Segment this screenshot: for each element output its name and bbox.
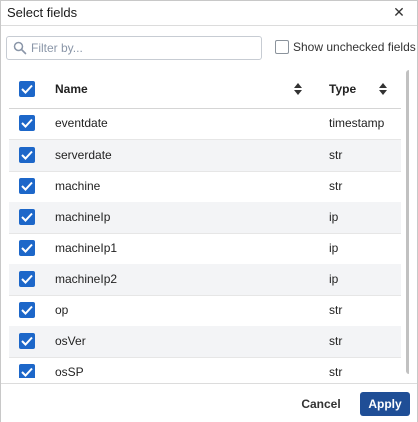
table-row[interactable]: serverdate str [9, 140, 401, 172]
table-row[interactable]: eventdate timestamp [9, 108, 401, 140]
field-name: serverdate [55, 148, 112, 162]
row-checkbox[interactable] [19, 302, 35, 318]
row-checkbox[interactable] [19, 115, 35, 131]
field-type: str [329, 365, 343, 378]
cancel-button[interactable]: Cancel [293, 393, 349, 415]
scrollbar-thumb[interactable] [406, 70, 409, 374]
table-row[interactable]: osSP str [9, 357, 401, 378]
column-header-type[interactable]: Type [329, 82, 356, 96]
field-name: machineIp [55, 210, 111, 224]
field-name: osSP [55, 365, 84, 378]
search-icon [13, 41, 27, 55]
table-row[interactable]: op str [9, 295, 401, 327]
field-type: ip [329, 210, 339, 224]
field-type: str [329, 179, 343, 193]
field-type: str [329, 303, 343, 317]
close-icon[interactable]: ✕ [391, 4, 407, 20]
field-type: str [329, 334, 343, 348]
sort-icon[interactable] [293, 82, 303, 96]
table-row[interactable]: osVer str [9, 326, 401, 358]
apply-button[interactable]: Apply [360, 392, 410, 416]
fields-table: Name Type eventdate timestamp serverdate… [9, 70, 409, 378]
field-type: ip [329, 272, 339, 286]
row-checkbox[interactable] [19, 209, 35, 225]
dialog-header: Select fields ✕ [1, 1, 417, 26]
select-all-checkbox[interactable] [19, 81, 35, 97]
field-name: machineIp2 [55, 272, 118, 286]
row-checkbox[interactable] [19, 147, 35, 163]
row-checkbox[interactable] [19, 240, 35, 256]
field-type: str [329, 148, 343, 162]
column-header-name[interactable]: Name [55, 82, 88, 96]
filter-field[interactable] [6, 36, 262, 60]
show-unchecked-label: Show unchecked fields [293, 40, 416, 54]
filter-input[interactable] [31, 39, 251, 57]
row-checkbox[interactable] [19, 333, 35, 349]
table-row[interactable]: machineIp2 ip [9, 264, 401, 296]
field-name: eventdate [55, 116, 108, 130]
field-name: machine [55, 179, 101, 193]
sort-icon[interactable] [378, 82, 388, 96]
show-unchecked-checkbox[interactable] [275, 40, 289, 54]
scrollbar[interactable] [406, 70, 409, 376]
field-name: op [55, 303, 69, 317]
select-fields-dialog: Select fields ✕ Show unchecked fields Na… [0, 0, 418, 422]
field-type: ip [329, 241, 339, 255]
field-name: machineIp1 [55, 241, 118, 255]
table-row[interactable]: machineIp1 ip [9, 233, 401, 265]
field-type: timestamp [329, 116, 385, 130]
row-checkbox[interactable] [19, 271, 35, 287]
table-row[interactable]: machineIp ip [9, 202, 401, 234]
row-checkbox[interactable] [19, 364, 35, 378]
dialog-footer: Cancel Apply [1, 383, 417, 422]
table-header: Name Type [9, 70, 401, 109]
row-checkbox[interactable] [19, 178, 35, 194]
dialog-title: Select fields [7, 5, 78, 20]
table-row[interactable]: machine str [9, 171, 401, 203]
field-name: osVer [55, 334, 86, 348]
